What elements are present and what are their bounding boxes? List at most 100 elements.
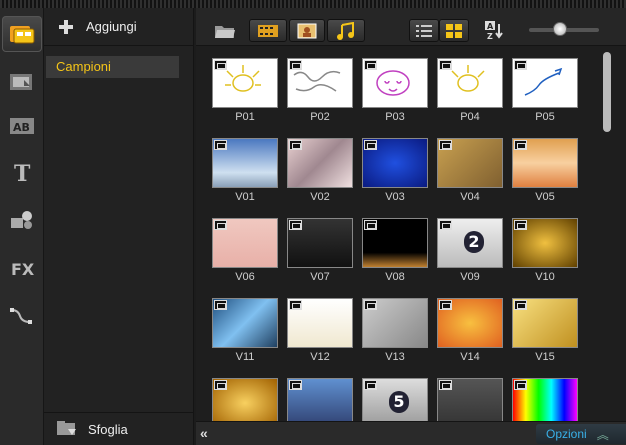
library-item-campioni[interactable]: Campioni xyxy=(46,56,179,78)
thumbnail-caption: P05 xyxy=(535,111,555,123)
thumbnail-item[interactable]: P03 xyxy=(362,58,428,123)
thumbnail-image xyxy=(362,138,428,188)
thumbnail-caption: V03 xyxy=(385,191,405,203)
media-type-icon xyxy=(514,380,527,390)
svg-text:Z: Z xyxy=(487,32,493,41)
media-type-icon xyxy=(214,300,227,310)
thumbnail-item[interactable]: V15 xyxy=(512,298,578,363)
thumbnail-image xyxy=(512,58,578,108)
graphic-icon[interactable] xyxy=(2,202,42,238)
thumbnail-view-icon[interactable] xyxy=(439,19,469,42)
options-label: Opzioni xyxy=(546,427,587,441)
thumbnail-image xyxy=(512,218,578,268)
thumbnail-item[interactable]: V10 xyxy=(512,218,578,283)
svg-text:T: T xyxy=(14,161,31,184)
media-type-icon xyxy=(514,220,527,230)
thumbnail-image: 2 xyxy=(437,218,503,268)
video-filter-icon[interactable] xyxy=(249,19,287,42)
thumbnail-item[interactable]: V13 xyxy=(362,298,428,363)
thumbnail-caption: V04 xyxy=(460,191,480,203)
thumbnail-item[interactable]: V14 xyxy=(437,298,503,363)
media-type-icon xyxy=(214,220,227,230)
photo-filter-icon[interactable] xyxy=(289,19,325,42)
thumbnail-item[interactable]: V03 xyxy=(362,138,428,203)
media-type-icon xyxy=(439,140,452,150)
media-type-icon xyxy=(214,140,227,150)
thumbnail-caption: V14 xyxy=(460,351,480,363)
plus-icon xyxy=(58,19,74,35)
zoom-slider-handle[interactable] xyxy=(553,22,567,36)
thumbnail-item[interactable]: V01 xyxy=(212,138,278,203)
list-view-icon[interactable] xyxy=(409,19,439,42)
sort-icon[interactable]: AZ xyxy=(482,19,508,42)
thumbnail-caption: V01 xyxy=(235,191,255,203)
media-icon[interactable] xyxy=(2,16,42,52)
folder-icon[interactable] xyxy=(212,19,238,42)
thumbnail-item[interactable]: P02 xyxy=(287,58,353,123)
thumbnail-item[interactable]: V04 xyxy=(437,138,503,203)
thumbnail-item[interactable]: P05 xyxy=(512,58,578,123)
thumbnail-image xyxy=(437,298,503,348)
thumbnail-image xyxy=(287,58,353,108)
collapse-panel-icon[interactable]: « xyxy=(200,425,216,443)
thumbnail-caption: V08 xyxy=(385,271,405,283)
thumbnail-item[interactable]: V02 xyxy=(287,138,353,203)
title-icon[interactable]: AB xyxy=(2,108,42,144)
media-type-icon xyxy=(214,60,227,70)
options-button[interactable]: Opzioni ︽ xyxy=(536,424,626,444)
library-category-rail: AB T FX xyxy=(0,8,44,445)
thumbnail-image xyxy=(362,218,428,268)
grid-scrollbar[interactable] xyxy=(603,52,611,132)
svg-text:A: A xyxy=(487,22,494,31)
audio-filter-icon[interactable] xyxy=(327,19,365,42)
media-type-icon xyxy=(214,380,227,390)
media-type-icon xyxy=(289,140,302,150)
thumbnail-image xyxy=(287,138,353,188)
add-library-button[interactable]: Aggiungi xyxy=(44,8,194,46)
media-type-icon xyxy=(289,60,302,70)
library-panel: Aggiungi Campioni Sfoglia xyxy=(44,8,194,445)
media-type-icon xyxy=(439,220,452,230)
thumbnail-caption: P02 xyxy=(310,111,330,123)
thumbnail-item[interactable]: V07 xyxy=(287,218,353,283)
chevron-up-icon: ︽ xyxy=(596,427,609,442)
thumbnail-image xyxy=(437,138,503,188)
thumbnail-caption: V10 xyxy=(535,271,555,283)
transition-icon[interactable] xyxy=(2,64,42,100)
thumbnail-item[interactable]: P01 xyxy=(212,58,278,123)
thumbnail-caption: P03 xyxy=(385,111,405,123)
window-grip[interactable] xyxy=(0,0,626,8)
media-type-icon xyxy=(439,60,452,70)
thumbnail-item[interactable]: V11 xyxy=(212,298,278,363)
media-type-icon xyxy=(364,220,377,230)
thumbnail-caption: V05 xyxy=(535,191,555,203)
thumbnail-item[interactable]: P04 xyxy=(437,58,503,123)
thumbnail-image xyxy=(287,218,353,268)
thumbnail-item[interactable]: V12 xyxy=(287,298,353,363)
fx-icon[interactable]: FX xyxy=(2,250,42,286)
thumbnail-image xyxy=(362,58,428,108)
browser-footer: « Opzioni ︽ xyxy=(196,421,626,445)
thumbnail-image xyxy=(512,298,578,348)
thumbnail-image xyxy=(437,58,503,108)
thumbnail-image xyxy=(212,298,278,348)
thumbnail-item[interactable]: 2 V09 xyxy=(437,218,503,283)
motion-path-icon[interactable] xyxy=(2,298,42,334)
media-type-icon xyxy=(289,300,302,310)
text-icon[interactable]: T xyxy=(2,154,42,190)
thumbnail-image xyxy=(512,138,578,188)
thumbnail-item[interactable]: V06 xyxy=(212,218,278,283)
svg-text:AB: AB xyxy=(13,121,30,134)
thumbnail-item[interactable]: V08 xyxy=(362,218,428,283)
thumbnail-caption: V12 xyxy=(310,351,330,363)
browse-button[interactable]: Sfoglia xyxy=(44,412,194,445)
thumbnail-item[interactable]: V05 xyxy=(512,138,578,203)
thumbnail-image xyxy=(287,298,353,348)
thumbnail-caption: V13 xyxy=(385,351,405,363)
thumbnail-caption: V09 xyxy=(460,271,480,283)
media-type-icon xyxy=(439,300,452,310)
thumbnail-grid: P01 P02 P03 P04 P05 V01 V02 V03 V04 V05 V06 V07 V08 2… xyxy=(212,58,597,435)
media-type-icon xyxy=(364,300,377,310)
media-type-icon xyxy=(289,220,302,230)
thumbnail-caption: V15 xyxy=(535,351,555,363)
